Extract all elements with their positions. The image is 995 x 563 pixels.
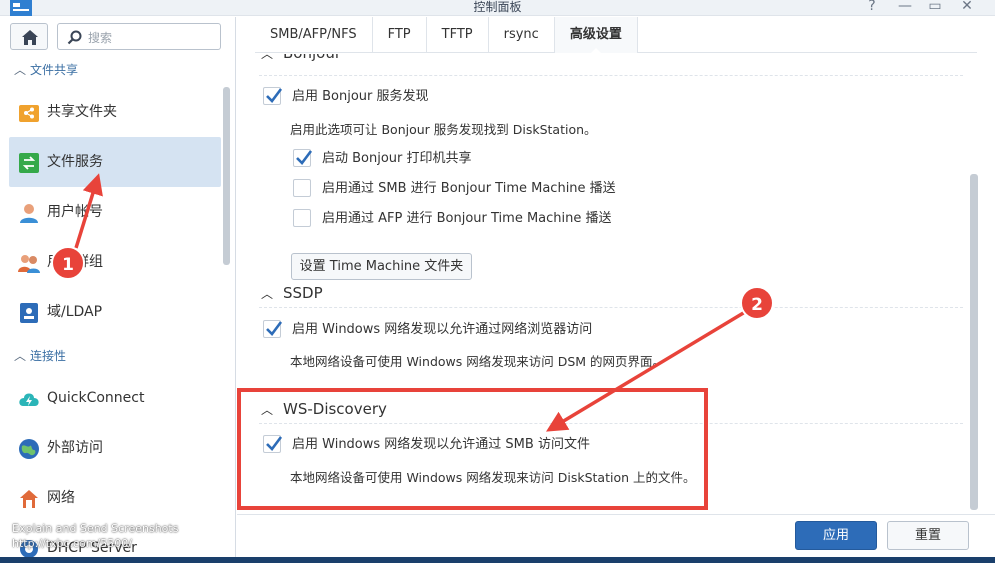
tab-smb-afp-nfs[interactable]: SMB/AFP/NFS (255, 17, 373, 53)
home-icon (22, 30, 38, 45)
sidebar-item-label: 外部访问 (47, 440, 103, 456)
sidebar-item-quickconnect[interactable]: QuickConnect (9, 373, 221, 423)
sidebar-item-label: 文件服务 (47, 154, 103, 170)
tab-bar: SMB/AFP/NFS FTP TFTP rsync 高级设置 (255, 17, 977, 54)
tab-tftp[interactable]: TFTP (427, 17, 489, 53)
sidebar-item-user[interactable]: 用户帐号 (9, 187, 221, 237)
ws-discovery-title: WS-Discovery (283, 400, 387, 418)
group-icon (18, 255, 40, 273)
sidebar-item-label: QuickConnect (47, 390, 145, 406)
title-bar: 控制面板 ? — ▭ ✕ (0, 0, 995, 16)
ssdp-enable-checkbox[interactable] (263, 320, 283, 338)
checkmark-icon (266, 321, 283, 336)
ws-discovery-group-header[interactable]: ︿ WS-Discovery (261, 400, 387, 418)
network-icon (20, 490, 38, 508)
section-connectivity-label: 连接性 (30, 349, 67, 363)
sidebar-item-file-services[interactable]: 文件服务 (9, 137, 221, 187)
search-placeholder: 搜索 (88, 31, 113, 45)
smb-time-machine-checkbox[interactable] (293, 179, 311, 197)
domain-ldap-icon (20, 303, 38, 323)
settings-content: ︿ Bonjour 启用 Bonjour 服务发现 启用此选项可让 Bonjour… (237, 54, 995, 514)
footer-bar: 应用 重置 (237, 514, 995, 557)
ssdp-desc: 本地网络设备可使用 Windows 网络发现来访问 DSM 的网页界面。 (290, 354, 666, 369)
ws-discovery-enable-label: 启用 Windows 网络发现以允许通过 SMB 访问文件 (292, 437, 590, 452)
search-icon (67, 30, 82, 45)
section-file-sharing-label: 文件共享 (30, 63, 79, 77)
section-file-sharing[interactable]: ︿ 文件共享 (14, 61, 78, 78)
afp-time-machine-label: 启用通过 AFP 进行 Bonjour Time Machine 播送 (322, 211, 612, 226)
annotation-badge-2: 2 (740, 286, 774, 320)
ssdp-title: SSDP (283, 284, 323, 302)
ssdp-group-header[interactable]: ︿ SSDP (261, 284, 323, 302)
sidebar: 搜索 ︿ 文件共享 共享文件夹 文件服务 用户帐号 域/LDAP ︿ 连接性 Q… (0, 17, 236, 557)
tab-ftp[interactable]: FTP (373, 17, 427, 53)
window-title: 控制面板 (473, 0, 522, 14)
collapse-caret-icon: ︿ (14, 349, 27, 363)
checkmark-icon (266, 88, 283, 103)
reset-button[interactable]: 重置 (887, 521, 969, 550)
sidebar-item-external-access[interactable]: 外部访问 (9, 423, 221, 473)
search-input[interactable]: 搜索 (57, 23, 221, 50)
divider (259, 75, 963, 76)
sidebar-item-shared-folder[interactable]: 共享文件夹 (9, 87, 221, 137)
sidebar-item-label: 网络 (47, 490, 75, 506)
bonjour-group-header[interactable]: ︿ Bonjour (261, 54, 341, 62)
home-button[interactable] (10, 23, 48, 50)
sidebar-item-label: 共享文件夹 (47, 104, 117, 120)
close-button[interactable]: ✕ (957, 0, 977, 14)
sidebar-scrollbar[interactable] (223, 87, 230, 265)
external-access-icon (19, 439, 39, 459)
help-button[interactable]: ? (862, 0, 882, 14)
collapse-chevron-icon: ︿ (261, 54, 274, 61)
ws-discovery-enable-checkbox[interactable] (263, 435, 283, 453)
control-panel-window: 控制面板 ? — ▭ ✕ 搜索 ︿ 文件共享 共享文件夹 文件服务 用户帐号 域… (0, 0, 995, 557)
sidebar-item-label: 域/LDAP (47, 304, 103, 320)
afp-time-machine-checkbox[interactable] (293, 209, 311, 227)
maximize-button[interactable]: ▭ (925, 0, 945, 14)
sidebar-item-group[interactable]: 用户群组 (9, 237, 221, 287)
apply-button[interactable]: 应用 (795, 521, 877, 550)
checkmark-icon (296, 150, 313, 165)
sidebar-item-domain-ldap[interactable]: 域/LDAP (9, 287, 221, 337)
tab-advanced[interactable]: 高级设置 (554, 17, 638, 54)
annotation-badge-1: 1 (51, 246, 85, 280)
quickconnect-icon (19, 393, 39, 406)
tab-rsync[interactable]: rsync (489, 17, 555, 53)
set-time-machine-folder-button[interactable]: 设置 Time Machine 文件夹 (291, 253, 472, 280)
main-panel: SMB/AFP/NFS FTP TFTP rsync 高级设置 ︿ Bonjour… (237, 17, 995, 557)
shared-folder-icon (19, 105, 39, 122)
sidebar-item-network[interactable]: 网络 (9, 473, 221, 523)
ws-discovery-desc: 本地网络设备可使用 Windows 网络发现来访问 DiskStation 上的… (290, 470, 696, 485)
minimize-button[interactable]: — (895, 0, 915, 14)
ssdp-enable-label: 启用 Windows 网络发现以允许通过网络浏览器访问 (292, 322, 593, 337)
sidebar-item-label: 用户帐号 (47, 204, 103, 220)
bonjour-title: Bonjour (283, 54, 341, 62)
bonjour-enable-checkbox[interactable] (263, 87, 283, 105)
user-icon (20, 204, 38, 223)
bonjour-printer-checkbox[interactable] (293, 149, 313, 167)
content-scrollbar[interactable] (970, 174, 978, 510)
watermark-line-1: Explain and Send Screenshots (12, 522, 179, 535)
collapse-chevron-icon: ︿ (261, 287, 274, 301)
divider (259, 423, 963, 424)
collapse-caret-icon: ︿ (14, 63, 27, 77)
watermark-line-2: http://txbc.com/5500/ (12, 537, 132, 550)
bonjour-printer-label: 启动 Bonjour 打印机共享 (322, 151, 472, 166)
divider (259, 307, 963, 308)
checkmark-icon (266, 436, 283, 451)
bonjour-enable-desc: 启用此选项可让 Bonjour 服务发现找到 DiskStation。 (290, 122, 597, 137)
bonjour-enable-label: 启用 Bonjour 服务发现 (292, 89, 429, 104)
file-services-icon (19, 153, 39, 173)
section-connectivity[interactable]: ︿ 连接性 (14, 347, 66, 364)
smb-time-machine-label: 启用通过 SMB 进行 Bonjour Time Machine 播送 (322, 181, 616, 196)
collapse-chevron-icon: ︿ (261, 403, 274, 417)
